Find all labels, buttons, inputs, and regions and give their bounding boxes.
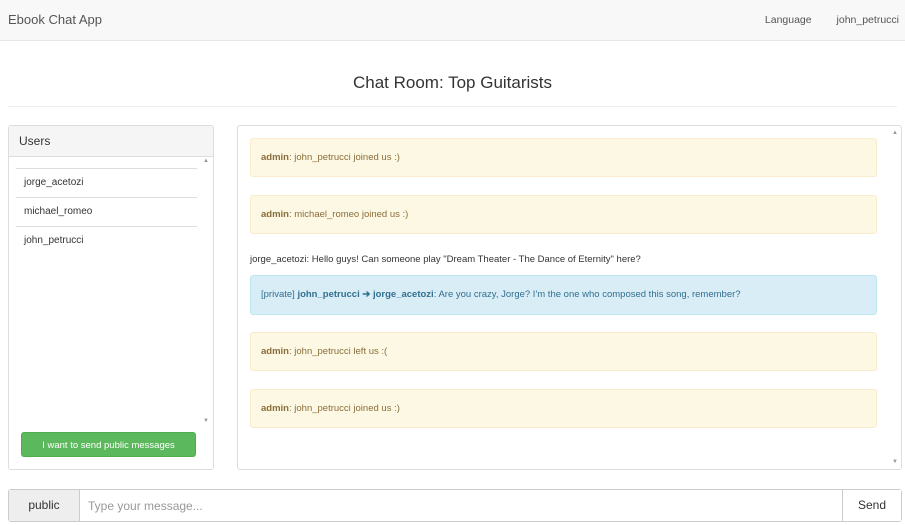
users-panel-heading: Users xyxy=(9,126,213,157)
app-brand[interactable]: Ebook Chat App xyxy=(8,12,102,27)
scroll-up-icon[interactable]: ▲ xyxy=(202,158,210,164)
message-text: john_petrucci joined us :) xyxy=(294,403,400,414)
user-item-jorge-acetozi[interactable]: jorge_acetozi xyxy=(16,168,197,197)
message-sender: admin xyxy=(261,152,289,163)
message-sender: admin xyxy=(261,346,289,357)
user-item-john-petrucci[interactable]: john_petrucci xyxy=(16,226,197,256)
title-divider xyxy=(8,106,897,107)
users-panel: Users ▲ jorge_acetozi michael_romeo john… xyxy=(8,125,214,470)
message-text: Hello guys! Can someone play "Dream Thea… xyxy=(311,254,641,265)
users-list: jorge_acetozi michael_romeo john_petrucc… xyxy=(16,168,197,256)
language-menu[interactable]: Language xyxy=(765,14,812,26)
chat-message-admin: admin: john_petrucci joined us :) xyxy=(250,389,877,428)
message-sender: john_petrucci xyxy=(297,289,360,300)
scroll-down-icon[interactable]: ▼ xyxy=(202,418,210,424)
chat-message-admin: admin: john_petrucci left us :( xyxy=(250,332,877,371)
message-input-group: public Send xyxy=(8,489,902,522)
message-sender: jorge_acetozi xyxy=(250,254,307,265)
send-button[interactable]: Send xyxy=(842,490,901,521)
message-sender: admin xyxy=(261,403,289,414)
page-title: Chat Room: Top Guitarists xyxy=(352,73,553,92)
message-input[interactable] xyxy=(80,490,840,521)
message-text: john_petrucci joined us :) xyxy=(294,152,400,163)
scroll-up-icon[interactable]: ▲ xyxy=(891,130,899,136)
message-text: john_petrucci left us :( xyxy=(294,346,388,357)
chat-message-admin: admin: john_petrucci joined us :) xyxy=(250,138,877,177)
chat-messages-panel: ▲ admin: john_petrucci joined us :) admi… xyxy=(237,125,902,470)
chat-message-admin: admin: michael_romeo joined us :) xyxy=(250,195,877,234)
arrow-right-icon: ➔ xyxy=(362,289,371,300)
message-recipient: jorge_acetozi xyxy=(372,289,434,300)
user-item-michael-romeo[interactable]: michael_romeo xyxy=(16,197,197,226)
private-tag: [private] xyxy=(261,289,295,300)
navbar: Ebook Chat App Language john_petrucci xyxy=(0,0,905,41)
message-text: Are you crazy, Jorge? I'm the one who co… xyxy=(438,289,741,300)
navbar-right: Language john_petrucci xyxy=(743,14,899,26)
chat-message-private: [private] john_petrucci ➔ jorge_acetozi:… xyxy=(250,275,877,315)
message-text: michael_romeo joined us :) xyxy=(294,209,409,220)
chat-message-public: jorge_acetozi: Hello guys! Can someone p… xyxy=(250,254,641,265)
user-menu[interactable]: john_petrucci xyxy=(837,14,899,26)
message-sender: admin xyxy=(261,209,289,220)
public-messages-button[interactable]: I want to send public messages xyxy=(21,432,196,457)
message-scope-label[interactable]: public xyxy=(9,490,80,521)
scroll-down-icon[interactable]: ▼ xyxy=(891,459,899,465)
